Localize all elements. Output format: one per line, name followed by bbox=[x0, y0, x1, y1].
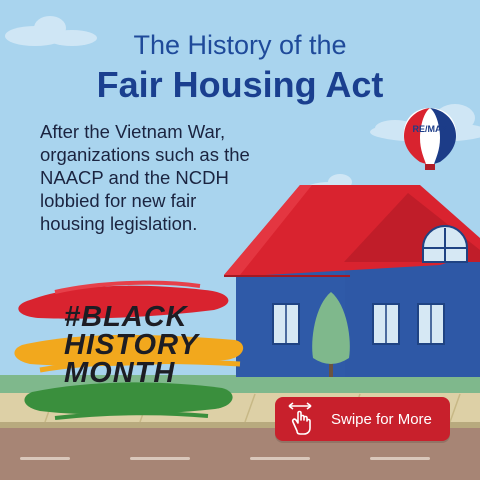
title-line-1: The History of the bbox=[133, 30, 347, 60]
body-line: NAACP and the NCDH bbox=[40, 167, 229, 188]
body-line: organizations such as the bbox=[40, 144, 250, 165]
infographic-canvas: RE/MAX The History of the Fair Housing A… bbox=[0, 0, 480, 480]
badge-line: HISTORY bbox=[64, 329, 199, 361]
body-line: After the Vietnam War, bbox=[40, 121, 226, 142]
body-text: After the Vietnam War, organizations suc… bbox=[40, 120, 340, 235]
page-title: Fair Housing Act bbox=[96, 64, 384, 105]
remax-logo-text: RE/MAX bbox=[412, 124, 448, 134]
body-line: lobbied for new fair bbox=[40, 190, 197, 211]
swipe-for-more-button[interactable]: Swipe for More bbox=[275, 397, 450, 441]
body-line: housing legislation. bbox=[40, 213, 198, 234]
swipe-label: Swipe for More bbox=[331, 410, 432, 428]
remax-balloon-icon bbox=[403, 108, 457, 170]
swipe-hand-icon bbox=[275, 397, 325, 441]
black-history-month-badge: #BLACK HISTORY MONTH bbox=[64, 301, 224, 389]
badge-line: #BLACK bbox=[64, 301, 188, 333]
badge-line: MONTH bbox=[64, 357, 176, 389]
